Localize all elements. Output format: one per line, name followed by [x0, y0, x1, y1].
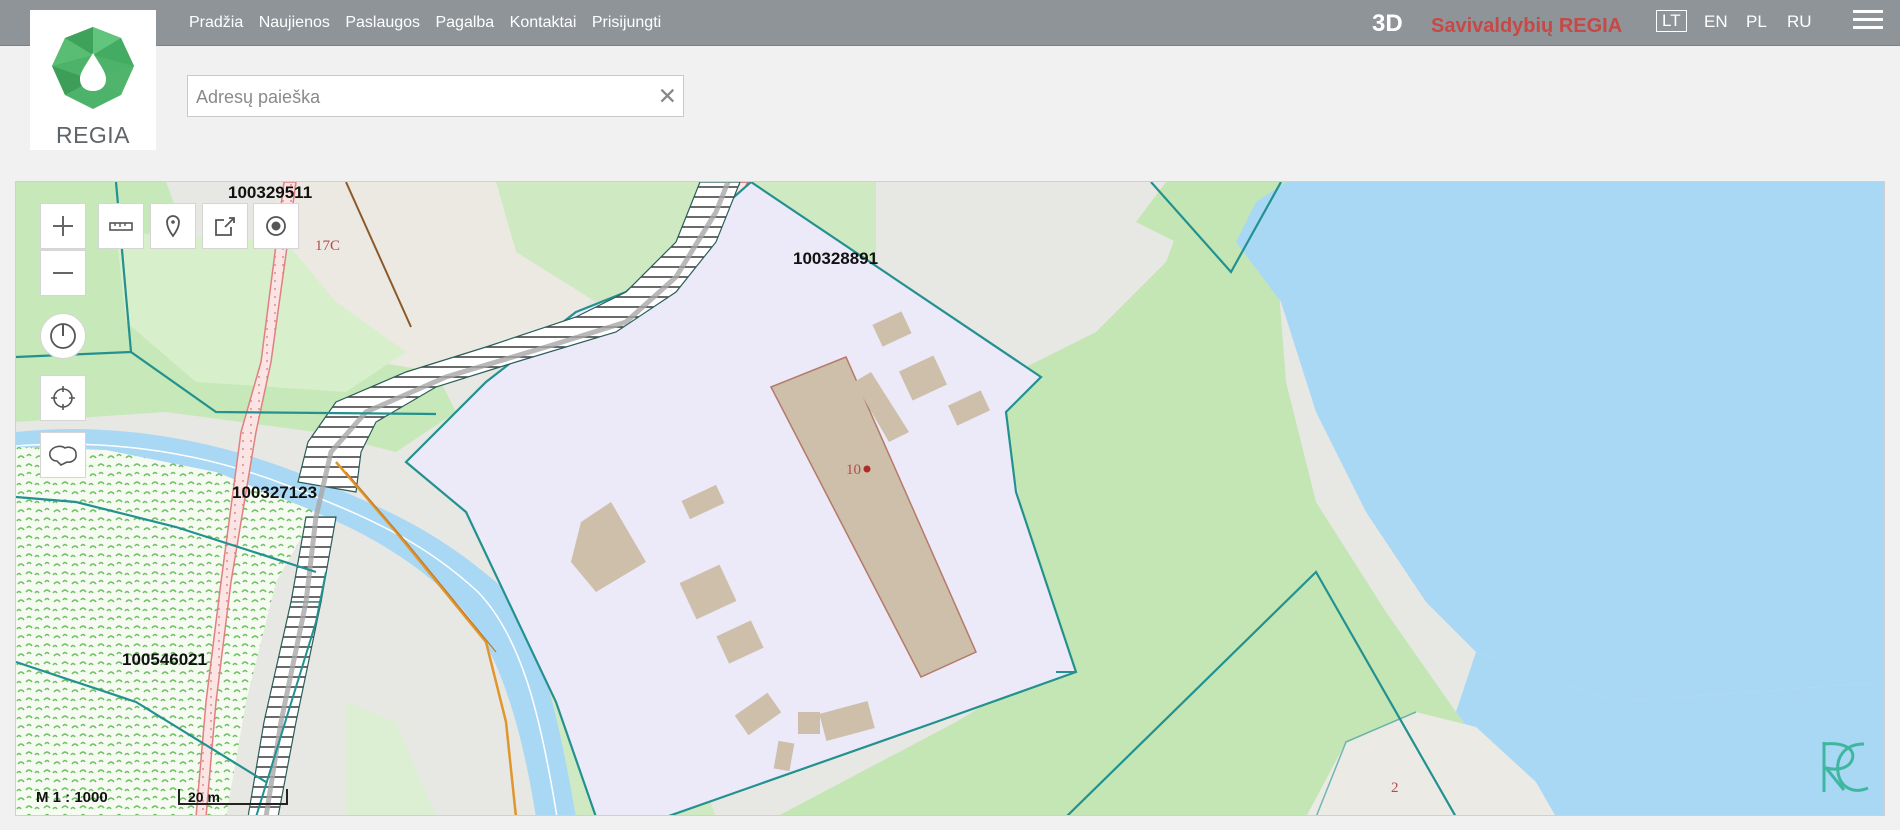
share-button[interactable] — [202, 203, 248, 249]
zoom-in-button[interactable] — [40, 203, 86, 249]
share-icon — [215, 217, 235, 236]
nav-contacts[interactable]: Kontaktai — [510, 14, 577, 31]
municipality-regia-link[interactable]: Savivaldybių REGIA — [1431, 15, 1622, 38]
parcel-label-1: 100329511 — [228, 183, 312, 202]
address-point-marker[interactable] — [863, 465, 871, 473]
lang-en[interactable]: EN — [1704, 12, 1728, 32]
map-scale-text: M 1 : 1000 — [36, 789, 108, 806]
plus-icon — [53, 216, 73, 236]
hamburger-menu-icon[interactable] — [1853, 10, 1883, 36]
ruler-icon — [109, 222, 133, 231]
map-view[interactable]: 100329511 100328891 100327123 100546021 … — [15, 181, 1885, 816]
parcel-label-3: 100327123 — [232, 483, 317, 502]
nav-help[interactable]: Pagalba — [435, 14, 494, 31]
minus-icon — [53, 272, 73, 274]
map-canvas[interactable]: 100329511 100328891 100327123 100546021 … — [16, 182, 1885, 816]
address-label-17c: 17C — [315, 238, 340, 254]
regia-gem-icon — [52, 27, 134, 109]
nav-home[interactable]: Pradžia — [189, 14, 243, 31]
close-icon[interactable]: ✕ — [658, 83, 677, 110]
region-outline-icon — [49, 445, 77, 466]
address-label-2: 2 — [1391, 780, 1399, 796]
parcel-label-2: 100328891 — [793, 249, 878, 268]
address-label-10: 10 — [846, 462, 861, 478]
nav-news[interactable]: Naujienos — [259, 14, 330, 31]
regia-logo[interactable]: REGIA — [30, 10, 156, 150]
scale-bar: 20 m — [178, 789, 288, 805]
nav-services[interactable]: Paslaugos — [345, 14, 420, 31]
compass-icon — [50, 323, 76, 349]
address-search-input[interactable] — [194, 84, 638, 110]
compass-button[interactable] — [40, 313, 86, 359]
crosshair-icon — [51, 386, 75, 410]
target-icon — [266, 216, 286, 236]
lang-pl[interactable]: PL — [1746, 12, 1767, 32]
zoom-out-button[interactable] — [40, 250, 86, 296]
view-3d-button[interactable]: 3D — [1372, 10, 1403, 38]
full-extent-button[interactable] — [40, 432, 86, 478]
nav-login[interactable]: Prisijungti — [592, 14, 661, 31]
parcel-label-4: 100546021 — [122, 650, 207, 669]
measure-button[interactable] — [98, 203, 144, 249]
target-button[interactable] — [253, 203, 299, 249]
marker-button[interactable] — [150, 203, 196, 249]
top-bar: Pradžia Naujienos Paslaugos Pagalba Kont… — [0, 0, 1900, 46]
logo-text: REGIA — [55, 122, 131, 148]
address-search: ✕ — [187, 75, 684, 117]
lang-lt[interactable]: LT — [1656, 10, 1687, 32]
lang-ru[interactable]: RU — [1787, 12, 1812, 32]
map-pin-icon — [166, 215, 180, 238]
locate-button[interactable] — [40, 375, 86, 421]
main-nav: Pradžia Naujienos Paslaugos Pagalba Kont… — [189, 14, 672, 32]
